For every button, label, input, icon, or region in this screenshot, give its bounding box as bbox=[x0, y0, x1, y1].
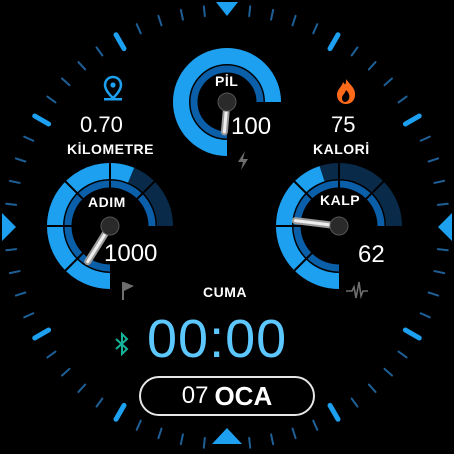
bezel-tick bbox=[312, 23, 319, 35]
date-display[interactable]: 07 OCA bbox=[139, 376, 315, 416]
bezel-tick bbox=[291, 427, 297, 440]
distance-label: KİLOMETRE bbox=[67, 141, 154, 157]
bezel-tick bbox=[433, 270, 446, 275]
bezel-tick bbox=[350, 46, 359, 57]
bezel-tick bbox=[427, 157, 440, 163]
pulse-icon bbox=[346, 281, 368, 300]
heart-label: KALP bbox=[320, 192, 361, 208]
time-display[interactable]: 00:00 bbox=[147, 308, 287, 370]
bezel-tick bbox=[61, 367, 71, 377]
bezel-tick bbox=[248, 5, 252, 18]
bezel-marker-bottom bbox=[212, 428, 242, 444]
bezel-tick bbox=[179, 8, 184, 21]
bezel-tick bbox=[202, 436, 206, 449]
bezel-tick bbox=[202, 5, 206, 18]
bezel-tick bbox=[46, 95, 57, 104]
bezel-tick bbox=[157, 14, 163, 27]
bezel-tick bbox=[383, 367, 393, 377]
steps-label: ADIM bbox=[88, 194, 126, 210]
bezel-tick bbox=[367, 61, 377, 71]
bezel-tick bbox=[312, 419, 319, 431]
calories-label: KALORİ bbox=[313, 141, 370, 157]
bezel-tick bbox=[5, 202, 18, 206]
bezel-tick bbox=[179, 433, 184, 446]
bezel-tick bbox=[113, 402, 127, 422]
bezel-tick bbox=[46, 350, 57, 359]
distance-value: 0.70 bbox=[80, 112, 123, 137]
bezel-tick bbox=[61, 77, 71, 87]
bezel-tick bbox=[383, 77, 393, 87]
bezel-tick bbox=[157, 427, 163, 440]
bezel-tick bbox=[135, 23, 142, 35]
bezel-tick bbox=[23, 312, 35, 319]
bezel-tick bbox=[270, 8, 275, 21]
heart-value: 62 bbox=[358, 241, 385, 268]
battery-label: PİL bbox=[215, 73, 239, 89]
bezel-tick bbox=[77, 383, 87, 393]
bezel-tick bbox=[427, 291, 440, 297]
battery-value: 100 bbox=[231, 113, 272, 140]
bezel-tick bbox=[270, 433, 275, 446]
bezel-tick bbox=[367, 383, 377, 393]
weekday-label: CUMA bbox=[203, 284, 247, 300]
bezel-tick bbox=[14, 291, 27, 297]
bezel-tick bbox=[291, 14, 297, 27]
bluetooth-icon[interactable] bbox=[115, 331, 129, 357]
bezel-tick bbox=[32, 113, 52, 127]
lightning-icon bbox=[238, 151, 248, 170]
bezel-tick bbox=[5, 248, 18, 252]
bezel-tick bbox=[95, 397, 104, 408]
bezel-tick bbox=[419, 312, 431, 319]
bezel-tick bbox=[32, 327, 52, 341]
bezel-tick bbox=[327, 32, 341, 52]
bezel-tick bbox=[113, 32, 127, 52]
bezel-tick bbox=[95, 46, 104, 57]
bezel-tick bbox=[397, 350, 408, 359]
bezel-tick bbox=[397, 95, 408, 104]
calories-value: 75 bbox=[331, 112, 356, 137]
location-pin-icon bbox=[103, 75, 123, 101]
bezel-marker-right bbox=[438, 213, 452, 241]
bezel-tick bbox=[8, 270, 21, 275]
bezel-tick bbox=[350, 397, 359, 408]
bezel-tick bbox=[433, 179, 446, 184]
bezel-tick bbox=[8, 179, 21, 184]
flame-icon bbox=[337, 79, 356, 104]
bezel-tick bbox=[23, 135, 35, 142]
date-month: OCA bbox=[214, 380, 273, 411]
bezel-tick bbox=[436, 202, 449, 206]
bezel-marker-left bbox=[2, 213, 16, 241]
bezel-tick bbox=[77, 61, 87, 71]
bezel-tick bbox=[402, 113, 422, 127]
bezel-tick bbox=[135, 419, 142, 431]
bezel-tick bbox=[327, 402, 341, 422]
bezel-tick bbox=[402, 327, 422, 341]
gauge-hub bbox=[100, 216, 120, 236]
bezel-tick bbox=[14, 157, 27, 163]
steps-value: 1000 bbox=[104, 240, 158, 267]
bezel-tick bbox=[419, 135, 431, 142]
gauge-hub bbox=[217, 92, 237, 112]
gauge-hub bbox=[329, 216, 349, 236]
bezel-tick bbox=[248, 436, 252, 449]
date-day: 07 bbox=[181, 382, 209, 409]
bezel-marker-top bbox=[216, 2, 238, 16]
flag-icon bbox=[122, 282, 134, 300]
bezel-tick bbox=[436, 248, 449, 252]
